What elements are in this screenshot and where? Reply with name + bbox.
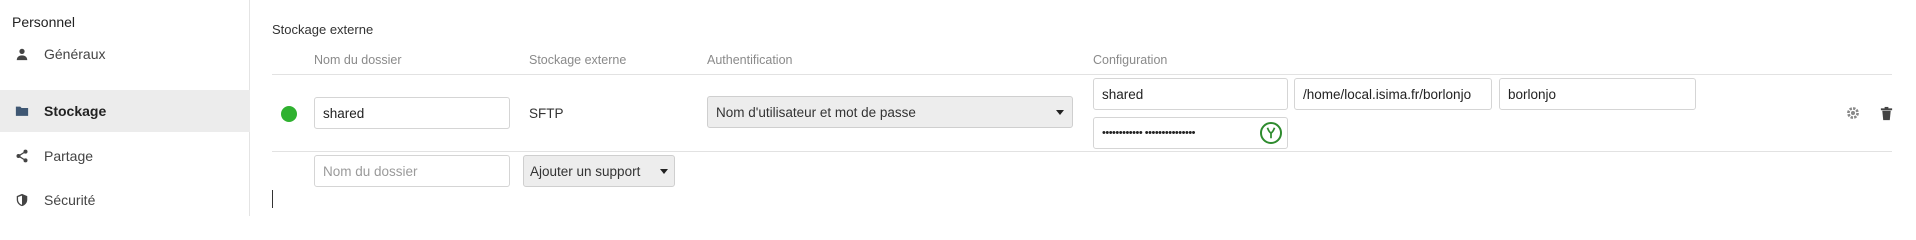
config-password-input[interactable]: •••••••••••• ••••••••••••••• bbox=[1093, 117, 1288, 149]
sidebar: Personnel Généraux Stockage Partage Sécu… bbox=[0, 0, 250, 216]
sidebar-item-securite[interactable]: Sécurité bbox=[0, 179, 250, 221]
column-header-folder-name: Nom du dossier bbox=[314, 53, 402, 67]
config-user-input[interactable]: borlonjo bbox=[1499, 78, 1696, 110]
shield-icon bbox=[14, 192, 30, 208]
config-host-input[interactable]: shared bbox=[1093, 78, 1288, 110]
person-icon bbox=[14, 46, 30, 62]
folder-icon bbox=[14, 103, 30, 119]
storage-backend-label: SFTP bbox=[529, 106, 564, 121]
password-mask: •••••••••••• ••••••••••••••• bbox=[1102, 127, 1196, 139]
share-icon bbox=[14, 148, 30, 164]
column-header-external-storage: Stockage externe bbox=[529, 53, 627, 67]
sidebar-item-stockage[interactable]: Stockage bbox=[0, 90, 250, 132]
authentication-select-value: Nom d'utilisateur et mot de passe bbox=[716, 104, 916, 120]
table-row-divider bbox=[272, 151, 1892, 152]
text-cursor bbox=[272, 190, 273, 208]
page-title: Stockage externe bbox=[272, 22, 374, 37]
sidebar-item-label: Stockage bbox=[44, 103, 107, 119]
add-storage-label: Ajouter un support bbox=[530, 163, 641, 179]
sidebar-item-generaux[interactable]: Généraux bbox=[0, 33, 250, 75]
sidebar-item-partage[interactable]: Partage bbox=[0, 135, 250, 177]
sidebar-item-label: Généraux bbox=[44, 46, 106, 62]
trash-icon[interactable] bbox=[1877, 104, 1895, 122]
sidebar-item-label: Partage bbox=[44, 148, 94, 164]
password-manager-icon[interactable] bbox=[1260, 122, 1282, 144]
gear-icon[interactable] bbox=[1844, 104, 1862, 122]
table-header-divider bbox=[272, 74, 1892, 75]
sidebar-item-label: Sécurité bbox=[44, 192, 96, 208]
authentication-select[interactable]: Nom d'utilisateur et mot de passe bbox=[707, 96, 1073, 128]
chevron-down-icon bbox=[1056, 109, 1064, 115]
status-indicator[interactable] bbox=[281, 106, 297, 122]
column-header-authentication: Authentification bbox=[707, 53, 793, 67]
chevron-down-icon bbox=[660, 168, 668, 174]
column-header-configuration: Configuration bbox=[1093, 53, 1168, 67]
config-root-input[interactable]: /home/local.isima.fr/borlonjo bbox=[1294, 78, 1492, 110]
add-storage-select[interactable]: Ajouter un support bbox=[523, 155, 675, 187]
main-content: Stockage externe Nom du dossier Stockage… bbox=[250, 0, 1916, 216]
new-folder-name-input[interactable]: Nom du dossier bbox=[314, 155, 510, 187]
sidebar-section-title: Personnel bbox=[12, 14, 76, 30]
folder-name-input[interactable]: shared bbox=[314, 97, 510, 129]
